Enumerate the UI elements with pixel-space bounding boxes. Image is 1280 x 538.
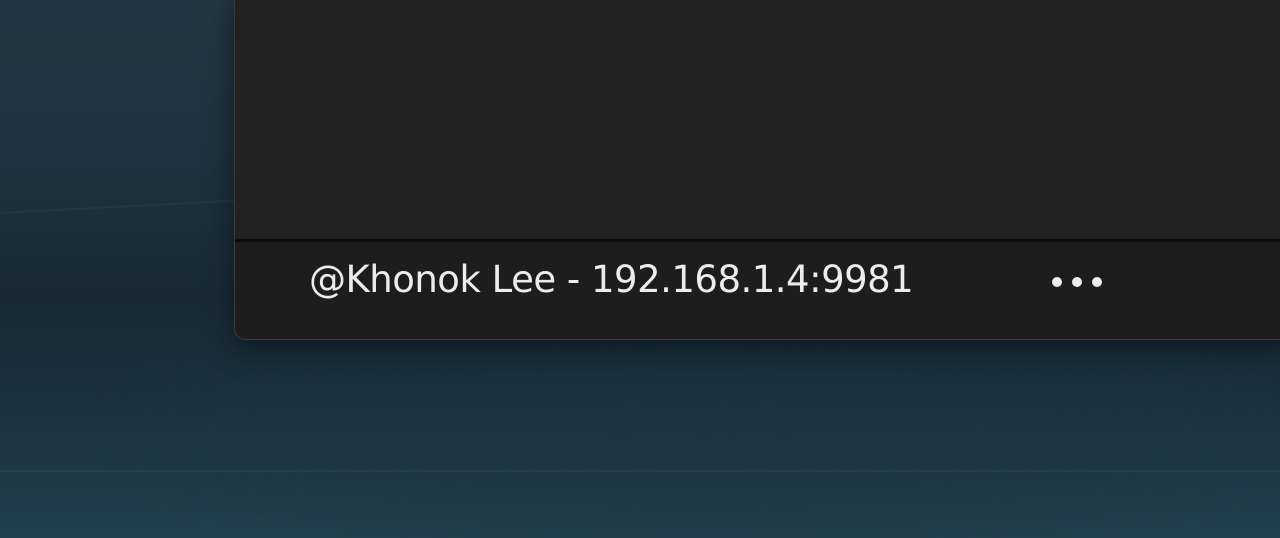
ellipsis-icon xyxy=(1050,275,1104,289)
status-bar: @Khonok Lee - 192.168.1.4:9981 xyxy=(235,242,1280,339)
content-area xyxy=(235,0,1280,239)
desktop-wallpaper-ripple xyxy=(0,470,1280,472)
app-window: @Khonok Lee - 192.168.1.4:9981 xyxy=(234,0,1280,340)
connection-label: @Khonok Lee - 192.168.1.4:9981 xyxy=(309,258,914,301)
more-options-button[interactable] xyxy=(1045,262,1109,302)
